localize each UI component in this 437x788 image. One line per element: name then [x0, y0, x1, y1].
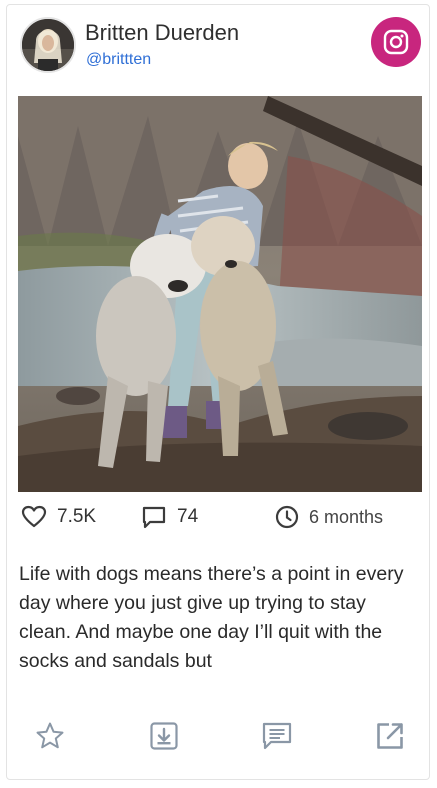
- likes-stat[interactable]: 7.5K: [21, 505, 96, 529]
- post-age: 6 months: [275, 505, 383, 529]
- social-post-card: Britten Duerden @brittten 7.5K 74 6 mont…: [6, 4, 430, 780]
- user-handle[interactable]: @brittten: [86, 51, 151, 69]
- comments-stat[interactable]: 74: [141, 505, 198, 529]
- instagram-icon: [383, 29, 409, 55]
- open-external-button[interactable]: [373, 719, 407, 753]
- comment-button[interactable]: [260, 719, 294, 753]
- avatar[interactable]: [20, 17, 76, 73]
- display-name[interactable]: Britten Duerden: [85, 20, 239, 46]
- download-button[interactable]: [147, 719, 181, 753]
- comment-bubble-icon: [142, 506, 166, 529]
- external-link-icon: [377, 723, 403, 749]
- favorite-button[interactable]: [33, 719, 67, 753]
- post-age-text: 6 months: [309, 506, 384, 527]
- post-photo[interactable]: [18, 96, 422, 492]
- post-caption: Life with dogs means there’s a point in …: [19, 563, 404, 672]
- heart-icon: [21, 505, 47, 528]
- comment-icon: [262, 722, 292, 750]
- likes-count: 7.5K: [57, 506, 97, 527]
- post-stats: 7.5K 74 6 months: [7, 505, 431, 535]
- instagram-button[interactable]: [371, 17, 421, 67]
- star-icon: [36, 722, 64, 749]
- comments-count: 74: [177, 506, 199, 527]
- action-bar: [7, 719, 431, 759]
- clock-icon: [275, 505, 299, 529]
- download-icon: [150, 722, 178, 750]
